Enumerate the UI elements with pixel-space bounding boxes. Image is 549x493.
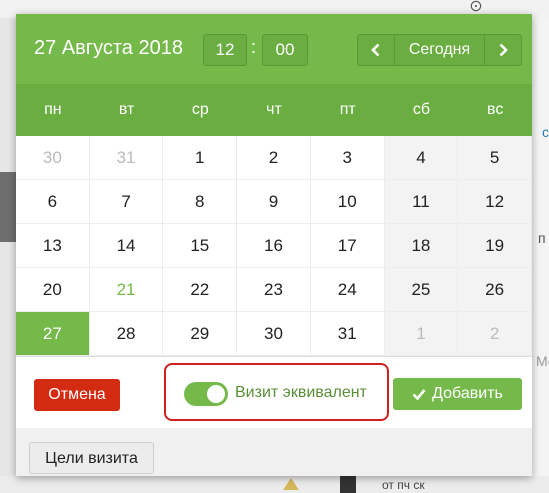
prev-month-button[interactable] [358, 35, 394, 65]
add-button[interactable]: Добавить [393, 378, 522, 410]
day-cell[interactable]: 9 [237, 180, 311, 224]
day-cell-prev-month[interactable]: 31 [89, 136, 164, 180]
day-cell-weekend[interactable]: 4 [384, 136, 459, 180]
day-cell-next-month[interactable]: 2 [458, 312, 532, 356]
visit-goals-button[interactable]: Цели визита [29, 442, 154, 474]
day-cell[interactable]: 20 [16, 268, 90, 312]
day-cell[interactable]: 24 [310, 268, 385, 312]
toggle-knob [207, 385, 225, 403]
day-cell-weekend[interactable]: 19 [458, 224, 532, 268]
day-cell[interactable]: 22 [163, 268, 238, 312]
calendar-grid: 30 31 1 2 3 4 5 6 7 8 9 10 11 12 13 14 1… [16, 136, 532, 356]
day-cell[interactable]: 29 [163, 312, 238, 356]
background-fragment: Ме [536, 353, 549, 369]
day-cell[interactable]: 7 [89, 180, 164, 224]
day-cell-today[interactable]: 21 [89, 268, 164, 312]
time-separator: : [251, 37, 257, 57]
selected-date-title: 27 Августа 2018 [34, 37, 183, 59]
chevron-right-icon [499, 43, 508, 57]
visit-equivalent-toggle[interactable] [184, 382, 228, 406]
background-dark-block [340, 476, 356, 493]
background-left-block [0, 172, 16, 242]
day-cell[interactable]: 14 [89, 224, 164, 268]
day-cell[interactable]: 13 [16, 224, 90, 268]
day-cell-weekend[interactable]: 12 [458, 180, 532, 224]
day-cell[interactable]: 31 [310, 312, 385, 356]
day-cell-weekend[interactable]: 25 [384, 268, 459, 312]
day-cell-weekend[interactable]: 26 [458, 268, 532, 312]
day-cell[interactable]: 23 [237, 268, 311, 312]
minute-field[interactable]: 00 [262, 34, 308, 66]
day-cell[interactable]: 2 [237, 136, 311, 180]
background-fragment: п [538, 230, 546, 246]
weekday-header-row: пн вт ср чт пт сб вс [16, 84, 532, 136]
day-cell[interactable]: 6 [16, 180, 90, 224]
weekday-label: вт [118, 101, 135, 118]
background-right-strip: с п Ме [532, 18, 549, 493]
day-cell[interactable]: 16 [237, 224, 311, 268]
day-cell[interactable]: 1 [163, 136, 238, 180]
cancel-button[interactable]: Отмена [34, 379, 120, 411]
day-cell-weekend[interactable]: 18 [384, 224, 459, 268]
weekday-label: сб [412, 101, 431, 118]
day-cell[interactable]: 17 [310, 224, 385, 268]
checkmark-icon [412, 389, 426, 401]
weekday-label: пн [44, 101, 62, 118]
weekday-label: чт [266, 101, 282, 118]
weekday-label: ср [191, 101, 209, 118]
day-cell[interactable]: 10 [310, 180, 385, 224]
day-cell-weekend[interactable]: 5 [458, 136, 532, 180]
background-fragment: от пч ск [382, 478, 425, 492]
visit-equivalent-label: Визит эквивалент [235, 384, 367, 401]
picker-footer: Отмена Визит эквивалент Добавить [16, 356, 532, 429]
picker-bottom-bar: Цели визита [16, 428, 532, 476]
day-cell[interactable]: 8 [163, 180, 238, 224]
weekday-label: пт [339, 101, 356, 118]
datetime-picker-dialog: 27 Августа 2018 12 : 00 Сегодня пн вт ср… [16, 14, 532, 476]
day-cell-next-month[interactable]: 1 [384, 312, 459, 356]
day-cell-weekend[interactable]: 11 [384, 180, 459, 224]
warning-icon [283, 478, 299, 490]
chevron-left-icon [371, 43, 380, 57]
weekday-label: вс [487, 101, 504, 118]
day-cell[interactable]: 28 [89, 312, 164, 356]
day-cell[interactable]: 3 [310, 136, 385, 180]
add-button-label: Добавить [432, 385, 503, 402]
day-cell-selected[interactable]: 27 [16, 312, 90, 356]
today-button[interactable]: Сегодня [394, 35, 485, 65]
day-cell[interactable]: 15 [163, 224, 238, 268]
picker-header: 27 Августа 2018 12 : 00 Сегодня [16, 14, 532, 84]
day-cell-prev-month[interactable]: 30 [16, 136, 90, 180]
next-month-button[interactable] [485, 35, 521, 65]
hour-field[interactable]: 12 [203, 34, 247, 66]
month-navigation: Сегодня [357, 34, 522, 66]
day-cell[interactable]: 30 [237, 312, 311, 356]
background-bottom-strip: от пч ск [0, 476, 549, 493]
background-fragment: с [542, 124, 549, 140]
